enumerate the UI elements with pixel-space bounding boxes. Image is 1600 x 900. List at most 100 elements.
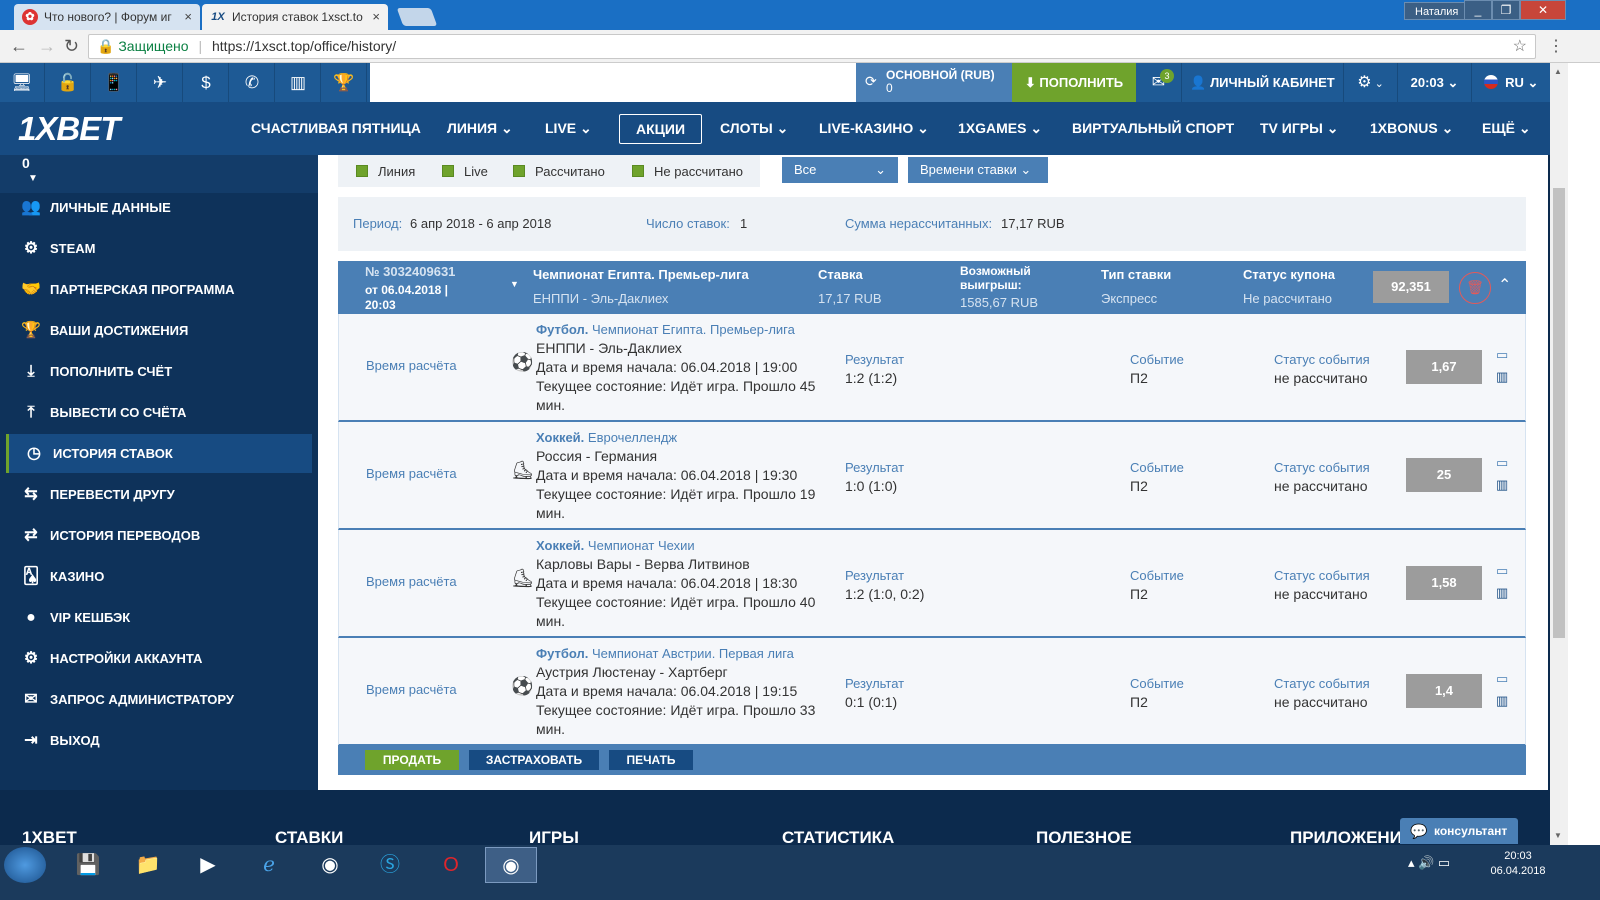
sidebar-item-personal-data[interactable]: 👥 ЛИЧНЫЕ ДАННЫЕ: [6, 188, 312, 227]
trash-icon[interactable]: 🗑: [1459, 272, 1491, 304]
balance-widget[interactable]: ⟳ ОСНОВНОЙ (RUB) 0: [856, 63, 1012, 102]
consultant-button[interactable]: 💬 консультант: [1400, 818, 1518, 844]
sidebar-item-partner[interactable]: 🤝 ПАРТНЕРСКАЯ ПРОГРАММА: [6, 270, 312, 309]
bookmark-star-icon[interactable]: ☆: [1513, 35, 1527, 58]
scroll-thumb[interactable]: [1553, 188, 1565, 638]
personal-cabinet-button[interactable]: 👤 ЛИЧНЫЙ КАБИНЕТ: [1182, 63, 1344, 102]
page-scrollbar[interactable]: ▲ ▼: [1550, 63, 1568, 845]
back-icon[interactable]: ←: [10, 36, 28, 57]
window-close-icon[interactable]: ✕: [1520, 0, 1566, 20]
statistics-icon[interactable]: ▥: [1496, 477, 1508, 493]
chevron-up-icon[interactable]: ⌃: [1498, 275, 1511, 295]
checkbox-unsettled[interactable]: Не рассчитано: [632, 164, 743, 179]
tv-icon[interactable]: ▭: [1496, 671, 1508, 687]
start-button[interactable]: [4, 847, 46, 883]
nav-1xbonus[interactable]: 1XBONUS ⌄: [1370, 102, 1453, 155]
nav-more[interactable]: ЕЩЁ ⌄: [1482, 102, 1531, 155]
statistics-icon[interactable]: ▥: [1496, 693, 1508, 709]
nav-slots[interactable]: СЛОТЫ ⌄: [720, 102, 788, 155]
checkbox-line[interactable]: Линия: [356, 164, 415, 179]
scroll-up-icon[interactable]: ▲: [1554, 67, 1562, 76]
url-input[interactable]: 🔒 Защищено | https://1xsct.top/office/hi…: [88, 34, 1536, 59]
soccer-ball-icon: ⚽: [511, 352, 534, 372]
settings-dropdown[interactable]: ⚙ ⌄: [1344, 63, 1398, 102]
internet-explorer-icon[interactable]: ℯ: [243, 847, 295, 883]
chevron-down-icon[interactable]: ▼: [510, 279, 519, 289]
nav-live-casino[interactable]: LIVE-КАЗИНО ⌄: [819, 102, 929, 155]
mobile-icon[interactable]: 📱: [92, 63, 137, 102]
trophy-icon: 🏆: [21, 322, 41, 339]
sort-select[interactable]: Времени ставки ⌄: [908, 157, 1048, 183]
browser-tab-forum[interactable]: ✿ Что нового? | Форум иг ×: [14, 4, 200, 30]
sidebar-item-withdraw[interactable]: ⤒ ВЫВЕСТИ СО СЧЁТА: [6, 393, 312, 432]
tab-close-icon[interactable]: ×: [184, 9, 192, 24]
checkbox-settled[interactable]: Рассчитано: [513, 164, 605, 179]
language-dropdown[interactable]: RU ⌄: [1472, 63, 1550, 102]
refresh-icon[interactable]: ⟳: [865, 74, 877, 88]
print-button[interactable]: ПЕЧАТЬ: [609, 750, 693, 770]
sidebar-item-account-settings[interactable]: ⚙ НАСТРОЙКИ АККАУНТА: [6, 639, 312, 678]
coupon-header[interactable]: № 3032409631 от 06.04.2018 | 20:03 ▼ Чем…: [338, 261, 1526, 314]
nav-1xgames[interactable]: 1XGAMES ⌄: [958, 102, 1042, 155]
scroll-down-icon[interactable]: ▼: [1554, 831, 1562, 840]
1xbet-logo[interactable]: 1XBET: [18, 110, 120, 148]
telegram-icon[interactable]: ✈: [138, 63, 183, 102]
lock-icon[interactable]: 🔓: [46, 63, 91, 102]
sell-button[interactable]: ПРОДАТЬ: [365, 750, 459, 770]
nav-promotions[interactable]: АКЦИИ: [619, 114, 703, 144]
system-clock[interactable]: 20:03 06.04.2018: [1488, 849, 1548, 879]
browser-menu-icon[interactable]: ⋮: [1548, 36, 1564, 56]
opera-icon[interactable]: O: [425, 847, 477, 883]
messages-button[interactable]: ✉ 3: [1136, 63, 1182, 102]
minimize-icon[interactable]: _: [1464, 0, 1492, 20]
checkbox-live[interactable]: Live: [442, 164, 488, 179]
bet-type-select[interactable]: Все ⌄: [782, 157, 898, 183]
sidebar-item-achievements[interactable]: 🏆 ВАШИ ДОСТИЖЕНИЯ: [6, 311, 312, 350]
chrome-active-icon[interactable]: ◉: [485, 847, 537, 883]
deposit-button[interactable]: ⬇ ПОПОЛНИТЬ: [1012, 63, 1136, 102]
tv-icon[interactable]: ▭: [1496, 347, 1508, 363]
sidebar-item-steam[interactable]: ⚙ STEAM: [6, 229, 312, 268]
nav-live[interactable]: LIVE ⌄: [545, 102, 592, 155]
sidebar-item-vip-cashback[interactable]: ● VIP КЕШБЭК: [6, 598, 312, 637]
chrome-icon[interactable]: ◉: [304, 847, 356, 883]
handshake-icon: 🤝: [21, 281, 41, 298]
time-dropdown[interactable]: 20:03 ⌄: [1398, 63, 1472, 102]
sidebar-item-admin-request[interactable]: ✉ ЗАПРОС АДМИНИСТРАТОРУ: [6, 680, 312, 719]
sidebar-item-bet-history[interactable]: ◷ ИСТОРИЯ СТАВОК: [6, 434, 312, 473]
sidebar-item-transfer-friend[interactable]: ⇆ ПЕРЕВЕСТИ ДРУГУ: [6, 475, 312, 514]
maximize-icon[interactable]: ❐: [1492, 0, 1520, 20]
desktop-icon[interactable]: 🖥: [0, 63, 45, 102]
nav-line[interactable]: ЛИНИЯ ⌄: [447, 102, 513, 155]
phone-icon[interactable]: ✆: [230, 63, 275, 102]
soccer-ball-icon: ⚽: [511, 676, 534, 696]
tv-icon[interactable]: ▭: [1496, 455, 1508, 471]
hockey-skate-icon: ⛸: [511, 568, 534, 588]
tab-close-icon[interactable]: ×: [372, 9, 380, 24]
skype-icon[interactable]: Ⓢ: [364, 847, 416, 883]
reload-icon[interactable]: ↻: [64, 36, 79, 57]
save-app-icon[interactable]: 💾: [62, 847, 114, 883]
checkbox-label: Линия: [378, 164, 416, 179]
statistics-icon[interactable]: ▥: [1496, 585, 1508, 601]
system-tray-icons[interactable]: ▴ 🔊 ▭: [1408, 855, 1450, 871]
insure-button[interactable]: ЗАСТРАХОВАТЬ: [469, 750, 599, 770]
nav-lucky-friday[interactable]: СЧАСТЛИВАЯ ПЯТНИЦА: [251, 102, 421, 155]
dollar-icon[interactable]: $: [184, 63, 229, 102]
trophy-icon[interactable]: 🏆: [322, 63, 367, 102]
statistics-icon[interactable]: ▥: [1496, 369, 1508, 385]
explorer-icon[interactable]: 📁: [122, 847, 174, 883]
new-tab-button[interactable]: [396, 8, 438, 26]
sidebar-item-transfer-history[interactable]: ⇄ ИСТОРИЯ ПЕРЕВОДОВ: [6, 516, 312, 555]
nav-tv-games[interactable]: TV ИГРЫ ⌄: [1260, 102, 1338, 155]
tv-icon[interactable]: ▭: [1496, 563, 1508, 579]
browser-tab-history[interactable]: 1X История ставок 1xsct.to ×: [202, 4, 388, 30]
sidebar-item-casino[interactable]: 🂡 КАЗИНО: [6, 557, 312, 596]
stats-icon[interactable]: ▥: [276, 63, 321, 102]
nav-virtual-sport[interactable]: ВИРТУАЛЬНЫЙ СПОРТ: [1072, 102, 1234, 155]
sidebar-item-deposit[interactable]: ⤓ ПОПОЛНИТЬ СЧЁТ: [6, 352, 312, 391]
sidebar-item-logout[interactable]: ⇥ ВЫХОД: [6, 721, 312, 760]
media-player-icon[interactable]: ▶: [182, 847, 234, 883]
event-label: Событие: [1130, 460, 1184, 475]
forward-icon[interactable]: →: [38, 36, 56, 57]
